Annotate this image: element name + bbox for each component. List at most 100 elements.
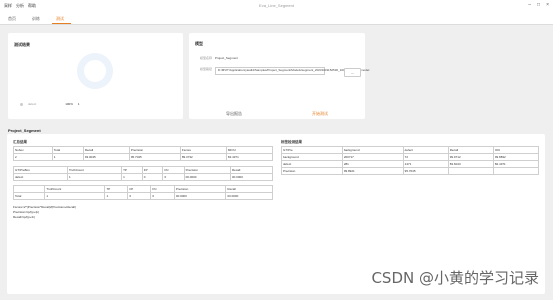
table-cell: 83.6043 <box>447 160 494 168</box>
table-cell <box>447 167 494 175</box>
table-cell: Precision <box>281 167 343 175</box>
header-cell: TP <box>121 166 143 174</box>
header-cell: Nobox <box>13 146 53 154</box>
table-row: TruthCount TP FP FN Precision Recall <box>12 185 273 193</box>
formula-fscore: Fscore=2*(Precision*Recall)/(Precision+R… <box>13 205 76 209</box>
table-cell: 82.4371 <box>492 160 540 168</box>
formula-precision: Precision=tp/(tp+fp) <box>13 210 40 214</box>
legend-label: defect <box>28 102 37 106</box>
table-row: defect 281 1471 83.6043 82.4371 <box>281 160 540 168</box>
summary-table: Nobox Total Recall Precision Fscore MIOU… <box>13 146 274 161</box>
table-cell: 00.0000 <box>230 173 273 181</box>
table-cell: 95.7045 <box>402 167 449 175</box>
table-cell: 1 <box>44 192 106 200</box>
header-cell: FN <box>162 166 185 174</box>
table-cell: 0 <box>141 173 164 181</box>
header-cell: TruthCount <box>44 185 106 193</box>
table-cell: 00.0000 <box>173 192 227 200</box>
model-path-label: 模型路径 <box>200 67 213 71</box>
legend-dot-icon <box>20 102 23 106</box>
defect-table: GT/PreBox TruthCount TP FP FN Precision … <box>13 166 273 181</box>
table-cell: 0 <box>162 173 185 181</box>
table-row: GT/Pre background defect Recall IOU <box>281 146 540 154</box>
model-path-row: 模型路径 D:/MVIT/Application/yasdt4/Samples/… <box>200 67 369 75</box>
total-table: TruthCount TP FP FN Precision Recall Tot… <box>12 185 273 200</box>
table-cell: background <box>281 153 343 161</box>
class-table: GT/Pre background defect Recall IOU back… <box>281 146 540 175</box>
table-cell: 89.3732 <box>179 153 227 161</box>
table-cell: Total <box>12 192 46 200</box>
tab-bar: 首页 训练 测试 <box>0 11 553 25</box>
model-name-label: 模型名称 <box>200 56 213 60</box>
header-cell: FP <box>127 185 152 193</box>
header-cell: Fscore <box>179 146 227 154</box>
formula-recall: Recall=tp/(tp+fn) <box>13 215 36 219</box>
table-cell: 99.8832 <box>492 153 540 161</box>
table-cell <box>492 167 540 175</box>
table-row: GT/PreBox TruthCount TP FP FN Precision … <box>13 166 273 174</box>
table-cell: 93.0045 <box>82 153 130 161</box>
project-label: Project_Segment <box>8 128 41 133</box>
header-cell: MIOU <box>225 146 274 154</box>
legend-count: 1 <box>77 102 80 106</box>
header-cell: Precision <box>173 185 227 193</box>
header-cell: TP <box>104 185 129 193</box>
header-cell: GT/PreBox <box>13 166 68 174</box>
window-controls: – □ × <box>528 2 549 8</box>
donut-chart <box>77 53 113 89</box>
header-cell: Precision <box>183 166 232 174</box>
table-cell: defect <box>281 160 343 168</box>
title-bar: 采样 分析 帮助 Eva_Line_Segment – □ × <box>0 0 553 11</box>
header-cell: Total <box>51 146 84 154</box>
class-table-title: 标签检测结果 <box>281 140 302 144</box>
model-card-title: 模型 <box>195 41 203 46</box>
table-cell: 0 <box>150 192 175 200</box>
active-tab-indicator <box>52 23 71 24</box>
table-cell: 72 <box>402 153 449 161</box>
header-cell: FN <box>150 185 175 193</box>
browse-button[interactable]: ... <box>344 68 361 77</box>
header-cell: TruthCount <box>66 166 123 174</box>
model-name-value: Project_Segment <box>214 56 238 60</box>
tab-test[interactable]: 测试 <box>56 16 64 22</box>
table-cell: 2 <box>13 153 53 161</box>
header-cell <box>12 185 46 193</box>
table-row: Precision 99.8921 95.7045 <box>281 167 540 175</box>
summary-title: 汇总结果 <box>13 140 27 144</box>
model-card: 模型 <box>189 33 365 119</box>
table-cell: 1 <box>66 173 123 181</box>
table-cell: 281 <box>341 160 404 168</box>
model-name-row: 模型名称 Project_Segment <box>200 56 238 60</box>
header-cell: Precision <box>128 146 181 154</box>
table-row: Total 1 1 0 0 00.0000 00.0000 <box>12 192 273 200</box>
table-cell: 99.8921 <box>341 167 404 175</box>
tab-home[interactable]: 首页 <box>8 16 16 22</box>
header-cell: IOU <box>492 146 540 154</box>
start-test-button[interactable]: 开始测试 <box>312 111 328 117</box>
header-cell: background <box>341 146 404 154</box>
minimize-icon[interactable]: – <box>528 2 531 8</box>
table-cell: 1471 <box>402 160 449 168</box>
table-cell: 0 <box>127 192 152 200</box>
table-cell: 00.0000 <box>225 192 273 200</box>
table-cell: 82.4371 <box>225 153 274 161</box>
table-row: defect 1 1 0 0 00.0000 00.0000 <box>13 173 273 181</box>
header-cell: Recall <box>82 146 130 154</box>
maximize-icon[interactable]: □ <box>537 2 540 8</box>
table-cell: 99.9712 <box>447 153 494 161</box>
header-cell: Recall <box>225 185 273 193</box>
close-icon[interactable]: × <box>546 2 549 8</box>
table-row: Nobox Total Recall Precision Fscore MIOU <box>13 146 274 154</box>
table-row: background 200717 72 99.9712 99.8832 <box>281 153 540 161</box>
model-path-field[interactable]: D:/MVIT/Application/yasdt4/Samples/Proje… <box>214 67 369 75</box>
header-cell: GT/Pre <box>281 146 343 154</box>
header-cell: Recall <box>447 146 494 154</box>
table-cell: 1 <box>121 173 143 181</box>
tab-train[interactable]: 训练 <box>32 16 40 22</box>
export-report-button[interactable]: 导出报告 <box>226 111 242 117</box>
table-cell: 200717 <box>341 153 404 161</box>
chart-legend: defect 100% 1 <box>20 102 80 106</box>
legend-pct: 100% <box>65 102 73 106</box>
header-cell: FP <box>141 166 164 174</box>
table-cell: 1 <box>104 192 129 200</box>
